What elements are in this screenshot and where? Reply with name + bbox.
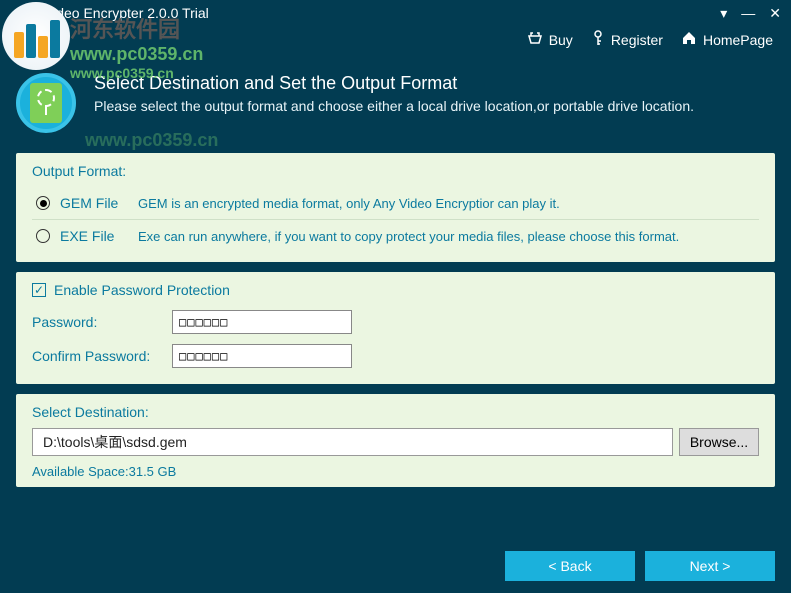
close-icon[interactable]: ✕ [769,5,781,22]
step-icon [16,73,76,133]
page-subtitle: Please select the output format and choo… [94,98,694,114]
dropdown-icon[interactable]: ▾ [720,5,727,22]
zip-icon [30,83,62,123]
password-label: Password: [32,314,162,330]
radio-desc: GEM is an encrypted media format, only A… [138,196,560,211]
register-button[interactable]: Register [591,30,663,49]
radio-icon [36,196,50,210]
enable-password-checkbox[interactable]: ✓ [32,283,46,297]
browse-button[interactable]: Browse... [679,428,759,456]
homepage-button[interactable]: HomePage [681,30,773,49]
buy-button[interactable]: Buy [527,30,573,49]
password-panel: ✓ Enable Password Protection Password: C… [16,272,775,384]
next-button[interactable]: Next > [645,551,775,581]
confirm-password-input[interactable] [172,344,352,368]
destination-label: Select Destination: [32,404,759,420]
radio-icon [36,229,50,243]
destination-panel: Select Destination: Browse... Available … [16,394,775,487]
output-format-panel: Output Format: GEM File GEM is an encryp… [16,153,775,262]
password-input[interactable] [172,310,352,334]
radio-label: GEM File [60,195,128,211]
confirm-password-label: Confirm Password: [32,348,162,364]
minimize-icon[interactable]: — [741,5,755,21]
available-space: Available Space:31.5 GB [32,464,759,479]
back-button[interactable]: < Back [505,551,635,581]
enable-password-label: Enable Password Protection [54,282,230,298]
radio-label: EXE File [60,228,128,244]
home-icon [681,31,697,48]
basket-icon [527,31,543,48]
radio-desc: Exe can run anywhere, if you want to cop… [138,229,679,244]
destination-input[interactable] [32,428,673,456]
key-icon [591,30,605,49]
radio-gem[interactable]: GEM File GEM is an encrypted media forma… [32,189,759,217]
output-format-title: Output Format: [32,163,759,179]
window-title: Any Video Encrypter 2.0.0 Trial [16,5,209,21]
page-title: Select Destination and Set the Output Fo… [94,73,694,94]
divider [32,219,759,220]
radio-exe[interactable]: EXE File Exe can run anywhere, if you wa… [32,222,759,250]
